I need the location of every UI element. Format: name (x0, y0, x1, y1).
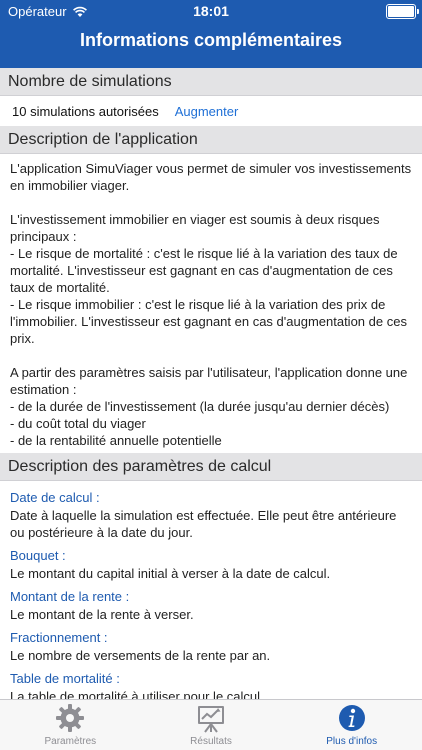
param-name: Fractionnement : (10, 630, 108, 645)
param-item: Fractionnement : Le nombre de versements… (10, 629, 412, 664)
tab-resultats[interactable]: Résultats (141, 700, 282, 750)
increase-button[interactable]: Augmenter (175, 104, 239, 119)
params-list: Date de calcul : Date à laquelle la simu… (0, 481, 422, 700)
param-text: Le montant de la rente à verser. (10, 607, 194, 622)
description-text: L'application SimuViager vous permet de … (0, 154, 422, 453)
description-paragraph-3: A partir des paramètres saisis par l'uti… (10, 365, 408, 448)
gear-icon (56, 704, 85, 732)
param-name: Table de mortalité : (10, 671, 120, 686)
simulations-count: 10 simulations autorisées (12, 103, 159, 119)
status-bar: Opérateur 18:01 (0, 0, 422, 22)
tab-bar: Paramètres Résultats Plus d'infos (0, 699, 422, 750)
section-header-description: Description de l'application (0, 126, 422, 154)
battery-icon (386, 4, 419, 19)
param-name: Montant de la rente : (10, 589, 130, 604)
status-time: 18:01 (193, 3, 229, 19)
section-header-simulations: Nombre de simulations (0, 68, 422, 96)
param-text: Le nombre de versements de la rente par … (10, 648, 271, 663)
param-item: Table de mortalité : La table de mortali… (10, 670, 412, 700)
info-icon (338, 705, 365, 731)
param-name: Bouquet : (10, 548, 66, 563)
param-text: Le montant du capital initial à verser à… (10, 566, 331, 581)
scroll-content[interactable]: Nombre de simulations 10 simulations aut… (0, 68, 422, 700)
chart-board-icon (198, 706, 224, 733)
description-paragraph-1: L'application SimuViager vous permet de … (10, 161, 412, 193)
page-title: Informations complémentaires (79, 30, 343, 50)
param-item: Date de calcul : Date à laquelle la simu… (10, 489, 412, 541)
param-name: Date de calcul : (10, 490, 100, 505)
param-item: Montant de la rente : Le montant de la r… (10, 588, 412, 623)
param-item: Bouquet : Le montant du capital initial … (10, 547, 412, 582)
tab-plus-infos[interactable]: Plus d'infos (281, 700, 422, 750)
navigation-bar: Opérateur 18:01 Informations complémenta… (0, 0, 422, 68)
tab-parametres[interactable]: Paramètres (0, 700, 141, 750)
tab-label: Plus d'infos (326, 736, 378, 747)
section-header-params: Description des paramètres de calcul (0, 453, 422, 481)
param-text: Date à laquelle la simulation est effect… (10, 508, 397, 540)
tab-label: Résultats (190, 736, 232, 747)
tab-label: Paramètres (44, 736, 97, 747)
simulations-row: 10 simulations autorisées Augmenter (0, 96, 422, 126)
description-paragraph-2: L'investissement immobilier en viager es… (10, 212, 407, 346)
